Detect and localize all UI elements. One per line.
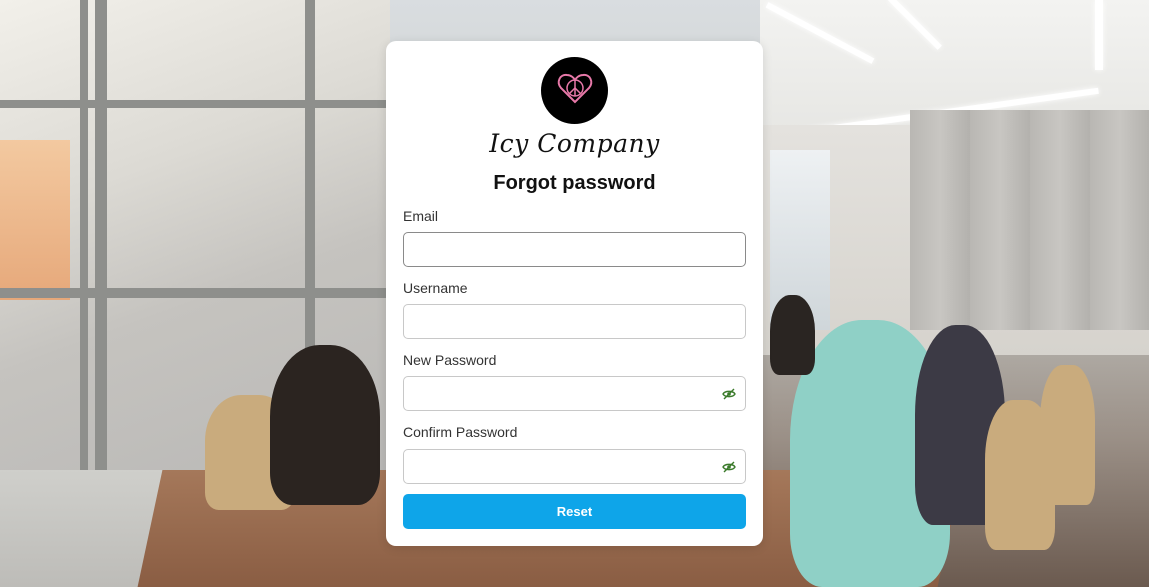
email-input[interactable]: [404, 233, 724, 266]
page-title: Forgot password: [493, 172, 656, 194]
username-label: Username: [403, 280, 468, 296]
company-logo: [541, 57, 608, 124]
heart-peace-icon: [555, 68, 595, 113]
forgot-password-card: Icy Company Forgot password Email Userna…: [386, 41, 763, 546]
eye-slash-icon[interactable]: [722, 387, 736, 401]
company-name: Icy Company: [489, 129, 660, 158]
username-field[interactable]: [403, 304, 746, 339]
eye-slash-icon[interactable]: [722, 460, 736, 474]
username-input[interactable]: [404, 305, 724, 338]
reset-button[interactable]: Reset: [403, 494, 746, 529]
email-label: Email: [403, 208, 439, 224]
confirm-password-input[interactable]: [404, 450, 724, 483]
email-field[interactable]: [403, 232, 746, 267]
new-password-input[interactable]: [404, 377, 724, 410]
new-password-field[interactable]: [403, 376, 746, 411]
confirm-password-field[interactable]: [403, 449, 746, 484]
new-password-label: New Password: [403, 352, 497, 368]
confirm-password-label: Confirm Password: [403, 424, 518, 440]
